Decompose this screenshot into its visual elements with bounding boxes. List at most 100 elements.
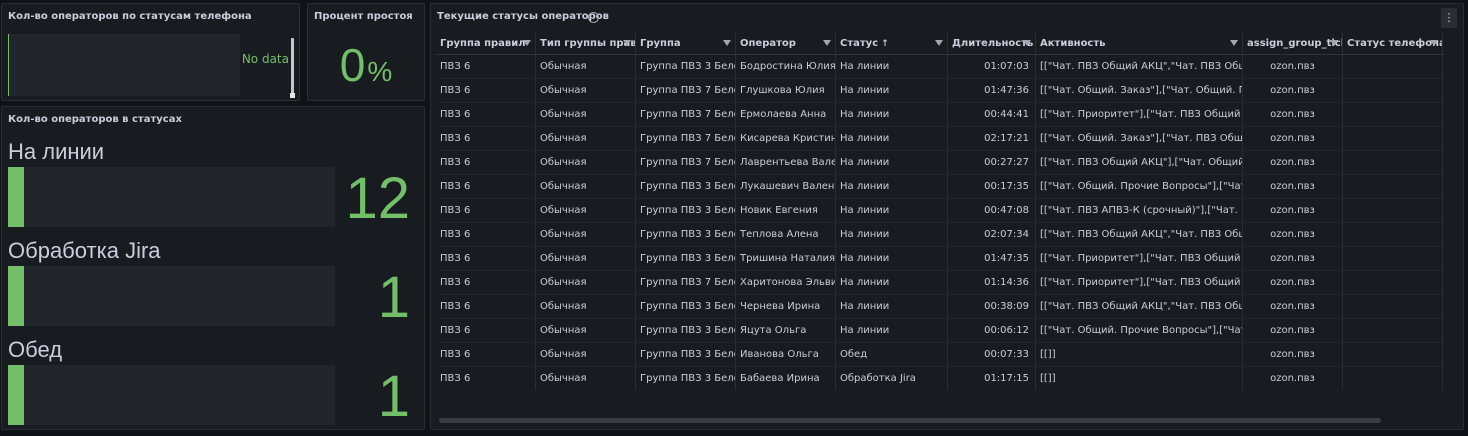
column-header[interactable] — [1443, 32, 1444, 54]
filter-icon[interactable] — [1330, 40, 1338, 46]
column-header[interactable]: Статус ↑ — [836, 32, 948, 54]
column-header-label: Длительность — [952, 38, 1034, 49]
column-header[interactable]: Группа правил — [436, 32, 536, 54]
column-header[interactable]: Тип группы прав — [536, 32, 636, 54]
table-cell — [1443, 271, 1444, 294]
panel-menu-button[interactable]: ⋮ — [1441, 8, 1457, 28]
chart-area — [8, 34, 240, 96]
table-cell: [["Чат. Общий. Заказ"],["Чат. ПВЗ Общий … — [1036, 127, 1243, 150]
column-header-label: Тип группы прав — [540, 38, 636, 49]
table-cell: Обычная — [536, 271, 636, 294]
table-cell — [1343, 175, 1443, 198]
status-bar-track — [8, 167, 335, 227]
operator-statuses-table-panel: Текущие статусы операторов i ⋮ Группа пр… — [430, 3, 1464, 430]
sort-ascending-icon[interactable]: ↑ — [881, 39, 889, 49]
info-icon[interactable]: i — [588, 12, 599, 23]
column-header-label: Статус телефона — [1347, 38, 1443, 49]
table-cell — [1343, 343, 1443, 366]
table-row[interactable]: ПВЗ 6ОбычнаяГруппа ПВЗ 3 БеловойЯцута Ол… — [436, 319, 1444, 343]
table-cell: ozon.пвз — [1243, 343, 1343, 366]
filter-icon[interactable] — [823, 40, 831, 46]
table-cell: На линии — [836, 199, 948, 222]
table-cell: ПВЗ 6 — [436, 55, 536, 78]
column-header[interactable]: Группа — [636, 32, 736, 54]
table-cell — [1443, 199, 1444, 222]
filter-icon[interactable] — [1023, 40, 1031, 46]
scrollbar[interactable] — [291, 38, 294, 98]
column-header[interactable]: Статус телефона — [1343, 32, 1443, 54]
filter-icon[interactable] — [523, 40, 531, 46]
filter-icon[interactable] — [1430, 40, 1438, 46]
table-row[interactable]: ПВЗ 6ОбычнаяГруппа ПВЗ 7 БеловойКисарева… — [436, 127, 1444, 151]
filter-icon[interactable] — [623, 40, 631, 46]
table-cell: [["Чат. Приоритет"],["Чат. ПВЗ Общий АКЦ… — [1036, 247, 1243, 270]
table-row[interactable]: ПВЗ 6ОбычнаяГруппа ПВЗ 7 БеловойЛавренть… — [436, 151, 1444, 175]
status-count: 1 — [377, 364, 410, 429]
table-cell: Группа ПВЗ 3 Беловой — [636, 319, 736, 342]
table-cell: На линии — [836, 319, 948, 342]
table-cell: [["Чат. Общий. Прочие Вопросы"],["Чат. О… — [1036, 175, 1243, 198]
panel-title[interactable]: Кол-во операторов по статусам телефона — [8, 11, 252, 22]
table-cell: ПВЗ 6 — [436, 223, 536, 246]
table-cell: ПВЗ 6 — [436, 343, 536, 366]
table-cell — [1443, 247, 1444, 270]
table-cell — [1443, 295, 1444, 318]
column-header[interactable]: assign_group_tick — [1243, 32, 1343, 54]
table-cell: ozon.пвз — [1243, 127, 1343, 150]
table-cell: Группа ПВЗ 7 Беловой — [636, 127, 736, 150]
table-row[interactable]: ПВЗ 6ОбычнаяГруппа ПВЗ 7 БеловойХаритоно… — [436, 271, 1444, 295]
table-cell — [1443, 319, 1444, 342]
table-cell: ПВЗ 6 — [436, 103, 536, 126]
table-cell: ПВЗ 6 — [436, 127, 536, 150]
column-header-label: Статус — [840, 38, 879, 49]
filter-icon[interactable] — [935, 40, 943, 46]
panel-title[interactable]: Кол-во операторов в статусах — [8, 114, 182, 125]
filter-icon[interactable] — [1230, 40, 1238, 46]
table-cell: На линии — [836, 271, 948, 294]
table-row[interactable]: ПВЗ 6ОбычнаяГруппа ПВЗ 3 БеловойЛукашеви… — [436, 175, 1444, 199]
filter-icon[interactable] — [723, 40, 731, 46]
table-row[interactable]: ПВЗ 6ОбычнаяГруппа ПВЗ 7 БеловойЕрмолаев… — [436, 103, 1444, 127]
horizontal-scrollbar[interactable] — [439, 418, 1381, 423]
table-row[interactable]: ПВЗ 6ОбычнаяГруппа ПВЗ 3 БеловойИванова … — [436, 343, 1444, 367]
table-cell: 01:47:36 — [948, 79, 1036, 102]
status-bar-fill — [8, 266, 24, 326]
table-row[interactable]: ПВЗ 6ОбычнаяГруппа ПВЗ 7 БеловойГлушкова… — [436, 79, 1444, 103]
table-cell — [1443, 151, 1444, 174]
table-cell: Обычная — [536, 199, 636, 222]
table-row[interactable]: ПВЗ 6ОбычнаяГруппа ПВЗ 3 БеловойБабаева … — [436, 367, 1444, 390]
table-cell: ПВЗ 6 — [436, 79, 536, 102]
table-cell — [1443, 79, 1444, 102]
scrollbar-handle[interactable] — [290, 93, 295, 98]
table-cell: ozon.пвз — [1243, 151, 1343, 174]
table-cell: Глушкова Юлия — [736, 79, 836, 102]
table-cell: Ермолаева Анна — [736, 103, 836, 126]
table-cell: Бодростина Юлия — [736, 55, 836, 78]
table-row[interactable]: ПВЗ 6ОбычнаяГруппа ПВЗ 3 БеловойТришина … — [436, 247, 1444, 271]
column-header[interactable]: Длительность — [948, 32, 1036, 54]
table-cell: 02:17:21 — [948, 127, 1036, 150]
table-cell: На линии — [836, 103, 948, 126]
table-row[interactable]: ПВЗ 6ОбычнаяГруппа ПВЗ 3 БеловойТеплова … — [436, 223, 1444, 247]
table-cell: ПВЗ 6 — [436, 199, 536, 222]
column-header[interactable]: Активность — [1036, 32, 1243, 54]
status-bar-fill — [8, 365, 24, 425]
column-header-label: Группа правил — [440, 38, 526, 49]
panel-title[interactable]: Текущие статусы операторов — [437, 11, 609, 22]
table-cell: Обычная — [536, 295, 636, 318]
table-cell: 01:14:36 — [948, 271, 1036, 294]
table-row[interactable]: ПВЗ 6ОбычнаяГруппа ПВЗ 3 БеловойЧернева … — [436, 295, 1444, 319]
table-cell: [["Чат. ПВЗ Общий АКЦ"],["Чат. Общий. За… — [1036, 151, 1243, 174]
column-header-label: Оператор — [740, 38, 796, 49]
table-row[interactable]: ПВЗ 6ОбычнаяГруппа ПВЗ 3 БеловойБодрости… — [436, 55, 1444, 79]
table-row[interactable]: ПВЗ 6ОбычнаяГруппа ПВЗ 3 БеловойНовик Ев… — [436, 199, 1444, 223]
column-header[interactable]: Оператор — [736, 32, 836, 54]
status-bar-track — [8, 365, 335, 425]
table-cell: Группа ПВЗ 7 Беловой — [636, 103, 736, 126]
table-cell: Бабаева Ирина — [736, 367, 836, 390]
status-bar-fill — [8, 167, 25, 227]
table-cell — [1343, 295, 1443, 318]
table-cell: Группа ПВЗ 7 Беловой — [636, 79, 736, 102]
panel-title[interactable]: Процент простоя — [314, 11, 413, 22]
table-cell: 00:07:33 — [948, 343, 1036, 366]
